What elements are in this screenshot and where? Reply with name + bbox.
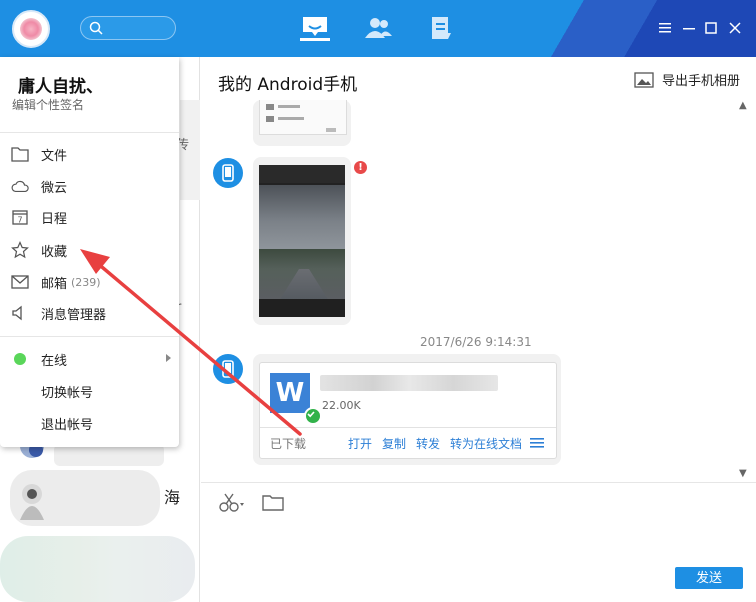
search-icon (89, 21, 103, 35)
profile-name: 庸人自扰、 (18, 77, 103, 97)
file-status: 已下载 (270, 437, 307, 451)
export-album-label: 导出手机相册 (662, 74, 741, 89)
phone-avatar (213, 354, 243, 384)
export-album-button[interactable]: 导出手机相册 (634, 70, 740, 89)
file-message: W 22.00K 已下载 打开 复制 转发 转为在线文档 (253, 354, 561, 465)
menu-item-files[interactable]: 文件 (0, 139, 179, 169)
menu-item-favorites[interactable]: 收藏 (0, 235, 179, 265)
menu-icon[interactable] (657, 20, 673, 36)
contacts-tab-icon[interactable] (363, 14, 393, 42)
copy-file-link[interactable]: 复制 (382, 435, 406, 452)
file-card[interactable]: W 22.00K 已下载 打开 复制 转发 转为在线文档 (259, 362, 557, 459)
image-message[interactable] (253, 157, 351, 325)
minimize-icon[interactable] (681, 20, 697, 36)
mail-count: (239) (71, 275, 101, 289)
menu-item-label: 退出帐号 (41, 417, 94, 433)
downloaded-check-icon (304, 407, 322, 425)
screenshot-thumbnail[interactable] (259, 100, 347, 135)
menu-item-switch-account[interactable]: 切换帐号 (0, 376, 179, 406)
apps-tab-icon[interactable] (426, 14, 456, 42)
contact-name-fragment: 海 (164, 488, 181, 507)
menu-item-label: 切换帐号 (41, 385, 94, 401)
calendar-day: 7 (17, 216, 22, 225)
online-status-icon (11, 350, 29, 368)
list-preview (266, 104, 336, 132)
send-failed-icon[interactable]: ! (354, 161, 367, 174)
folder-icon (11, 145, 29, 163)
menu-item-label: 微云 (41, 180, 68, 196)
edit-signature[interactable]: 编辑个性签名 (12, 96, 84, 113)
file-card-divider (260, 427, 556, 428)
photo-bottom-bar (259, 299, 345, 317)
menu-item-logout[interactable]: 退出帐号 (0, 408, 179, 438)
scroll-up-icon[interactable]: ▲ (739, 100, 747, 111)
star-icon (11, 241, 29, 259)
image-icon (634, 71, 654, 88)
phone-avatar (213, 158, 243, 188)
phone-icon (222, 360, 234, 378)
menu-item-mailbox[interactable]: 邮箱 (239) (0, 267, 179, 297)
check-icon (307, 411, 315, 418)
blurred-contact-row (0, 536, 195, 602)
file-name-blurred (320, 375, 498, 391)
calendar-icon: 7 (11, 208, 29, 226)
menu-item-label: 收藏 (41, 244, 68, 260)
convert-online-doc-link[interactable]: 转为在线文档 (450, 435, 522, 452)
chat-title: 我的 Android手机 (218, 75, 358, 95)
search-box[interactable] (80, 16, 176, 40)
input-divider (201, 482, 756, 483)
scroll-down-icon[interactable]: ▼ (739, 468, 747, 479)
menu-item-online-status[interactable]: 在线 (0, 344, 179, 374)
avatar[interactable] (12, 10, 50, 48)
file-size: 22.00K (322, 399, 361, 412)
menu-item-label: 文件 (41, 148, 68, 164)
image-message[interactable] (253, 100, 351, 146)
blurred-contact-name (54, 444, 164, 466)
phone-icon (222, 164, 234, 182)
message-tab-icon[interactable] (300, 14, 330, 42)
photo-top-bar (259, 165, 345, 183)
avatar-flower-icon (20, 18, 42, 40)
send-button[interactable]: 发送 (675, 567, 743, 589)
close-icon[interactable] (727, 20, 743, 36)
open-file-link[interactable]: 打开 (348, 435, 372, 452)
photo-thumbnail[interactable] (259, 165, 345, 317)
more-options-icon[interactable] (530, 437, 544, 449)
menu-item-label: 邮箱 (41, 276, 68, 292)
send-file-folder-icon[interactable] (262, 493, 284, 511)
menu-item-message-manager[interactable]: 消息管理器 (0, 298, 179, 328)
submenu-arrow-icon (166, 354, 171, 362)
menu-item-weiyun[interactable]: 微云 (0, 171, 179, 201)
menu-divider (0, 132, 179, 133)
menu-divider (0, 336, 179, 337)
menu-item-label: 日程 (41, 211, 68, 227)
forward-file-link[interactable]: 转发 (416, 435, 440, 452)
cloud-icon (11, 177, 29, 195)
speaker-icon (11, 304, 29, 322)
menu-item-label: 消息管理器 (41, 307, 107, 323)
maximize-icon[interactable] (703, 20, 719, 36)
menu-item-schedule[interactable]: 7 日程 (0, 202, 179, 232)
message-timestamp: 2017/6/26 9:14:31 (420, 335, 532, 349)
menu-item-label: 在线 (41, 353, 68, 369)
contact-avatar[interactable] (14, 478, 50, 522)
wps-file-icon: W (270, 373, 310, 413)
screenshot-scissors-icon[interactable] (218, 492, 246, 514)
mail-icon (11, 273, 29, 291)
